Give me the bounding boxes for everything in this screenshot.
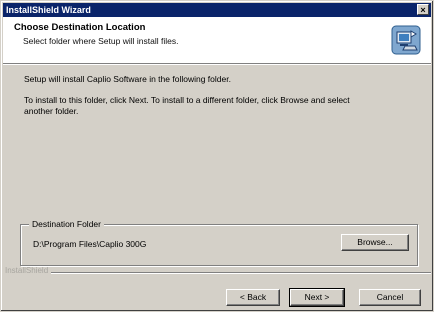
destination-path: D:\Program Files\Caplio 300G bbox=[33, 239, 147, 249]
close-icon: × bbox=[420, 5, 426, 15]
destination-folder-label: Destination Folder bbox=[29, 219, 104, 229]
next-button[interactable]: Next > bbox=[289, 288, 345, 307]
installshield-brand: InstallShield bbox=[5, 266, 49, 275]
window-title: InstallShield Wizard bbox=[6, 5, 91, 15]
browse-button[interactable]: Browse... bbox=[341, 234, 409, 251]
page-title: Choose Destination Location bbox=[14, 22, 146, 33]
page-subtitle: Select folder where Setup will install f… bbox=[23, 36, 179, 46]
instructions-text-2: another folder. bbox=[24, 106, 79, 116]
setup-computer-icon bbox=[391, 25, 421, 55]
instructions-text-1: To install to this folder, click Next. T… bbox=[24, 95, 350, 105]
back-button[interactable]: < Back bbox=[226, 289, 280, 306]
title-bar: InstallShield Wizard × bbox=[3, 3, 431, 17]
close-button[interactable]: × bbox=[417, 4, 429, 15]
destination-folder-group: Destination Folder D:\Program Files\Capl… bbox=[20, 219, 418, 266]
install-info-text: Setup will install Caplio Software in th… bbox=[24, 74, 231, 84]
cancel-button-label: Cancel bbox=[376, 292, 404, 302]
cancel-button[interactable]: Cancel bbox=[359, 289, 421, 306]
next-button-label: Next > bbox=[304, 292, 330, 302]
header-divider bbox=[3, 63, 431, 65]
back-button-label: < Back bbox=[239, 292, 267, 302]
footer-divider bbox=[51, 272, 431, 274]
installshield-wizard-window: InstallShield Wizard × Choose Destinatio… bbox=[0, 0, 434, 312]
wizard-header: Choose Destination Location Select folde… bbox=[3, 17, 431, 63]
browse-button-label: Browse... bbox=[357, 237, 393, 247]
